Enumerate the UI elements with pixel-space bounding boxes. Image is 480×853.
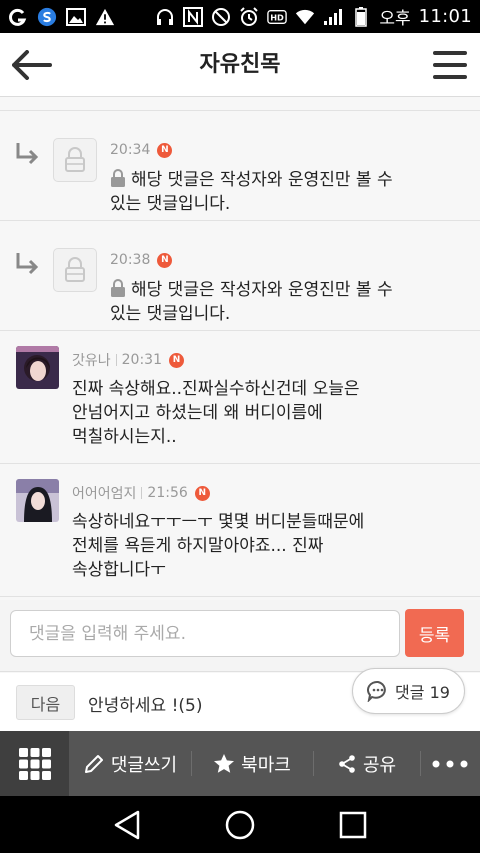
comment-meta: 20:38 N — [110, 252, 173, 268]
square-recents-icon — [340, 811, 367, 838]
comment-body: 진짜 속상해요..진짜실수하신건데 오늘은 안넘어지고 하셨는데 왜 버디이름에… — [72, 377, 360, 449]
comment-body: 속상하네요ㅜㅜㅡㅜ 몇몇 버디분들때문에 전체를 욕듣게 하지말아야죠... 진… — [72, 510, 364, 582]
new-badge: N — [169, 352, 184, 368]
comment-text-line: 안넘어지고 하셨는데 왜 버디이름에 — [72, 403, 323, 423]
nav-recents-button[interactable] — [335, 807, 371, 843]
bookmark-label: 북마크 — [241, 754, 291, 776]
star-icon — [214, 753, 235, 773]
bottom-toolbar: 댓글쓰기 북마크 공유 — [0, 731, 480, 796]
comment-text-line: 해당 댓글은 작성자와 운영진만 볼 수 — [131, 280, 393, 300]
status-time: 11:01 — [418, 6, 472, 27]
comment-text-line: 있는 댓글입니다. — [110, 194, 231, 214]
comment-author[interactable]: 어어어엄지 — [72, 483, 136, 503]
comment-text-line: 있는 댓글입니다. — [110, 304, 231, 324]
status-ampm: 오후 — [379, 9, 411, 29]
chat-bubble-icon — [367, 680, 386, 702]
reply-comment: 20:34 N 해당 댓글은 작성자와 운영진만 볼 수 있는 댓글입니다. — [0, 111, 480, 221]
comment-meta: 어어어엄지 21:56 N — [72, 483, 210, 503]
battery-icon — [351, 6, 371, 27]
circle-home-icon — [225, 810, 255, 839]
warning-icon — [95, 7, 115, 27]
next-post-badge[interactable]: 다음 — [16, 685, 75, 720]
avatar[interactable] — [16, 479, 59, 522]
g-app-icon — [8, 7, 28, 27]
lock-icon — [111, 169, 125, 187]
comment-input-area: 등록 — [0, 600, 480, 672]
reply-comment: 20:38 N 해당 댓글은 작성자와 운영진만 볼 수 있는 댓글입니다. — [0, 221, 480, 331]
share-button[interactable]: 공유 — [313, 731, 420, 796]
next-post-title[interactable]: 안녕하세요 !(5) — [88, 691, 203, 716]
headset-icon — [155, 7, 175, 27]
nav-home-button[interactable] — [222, 807, 258, 843]
comment-item: 어어어엄지 21:56 N 속상하네요ㅜㅜㅡㅜ 몇몇 버디분들때문에 전체를 욕… — [0, 464, 480, 597]
avatar[interactable] — [16, 346, 59, 389]
write-comment-label: 댓글쓰기 — [110, 754, 178, 776]
page-title: 자유친목 — [199, 52, 281, 77]
new-badge: N — [157, 252, 173, 268]
comment-text-line: 먹칠하시는지.. — [72, 427, 177, 447]
lock-avatar — [53, 248, 97, 292]
pencil-icon — [84, 754, 103, 773]
signal-icon — [323, 7, 343, 27]
comment-count-label: 댓글 19 — [395, 683, 450, 702]
image-icon — [66, 7, 86, 27]
new-badge: N — [157, 142, 173, 158]
share-label: 공유 — [362, 754, 397, 776]
comment-list[interactable]: 20:34 N 해당 댓글은 작성자와 운영진만 볼 수 있는 댓글입니다. 2… — [0, 98, 480, 600]
comment-body: 해당 댓글은 작성자와 운영진만 볼 수 있는 댓글입니다. — [110, 168, 393, 216]
alarm-icon — [239, 6, 259, 27]
comment-item: 갓유나 20:31 N 진짜 속상해요..진짜실수하신건데 오늘은 안넘어지고 … — [0, 331, 480, 464]
nfc-icon — [183, 6, 204, 27]
status-bar: HD 오후 11:01 — [0, 0, 480, 33]
comment-input[interactable] — [10, 610, 400, 657]
triangle-back-icon — [114, 810, 139, 839]
reply-arrow-icon — [16, 253, 39, 275]
grid-menu-button[interactable] — [0, 731, 69, 796]
do-not-disturb-icon — [211, 7, 231, 27]
comment-time: 20:31 — [121, 352, 162, 368]
app-header: 자유친목 — [0, 33, 480, 97]
system-nav-bar — [0, 796, 480, 853]
back-button[interactable] — [10, 46, 54, 84]
back-arrow-icon — [12, 50, 52, 80]
comment-time: 20:34 — [110, 142, 151, 158]
submit-comment-button[interactable]: 등록 — [405, 609, 464, 657]
nav-back-button[interactable] — [109, 807, 145, 843]
s-app-icon — [37, 7, 57, 27]
hd-icon: HD — [267, 7, 288, 27]
comment-text-line: 속상하네요ㅜㅜㅡㅜ 몇몇 버디분들때문에 — [72, 512, 365, 532]
svg-text:HD: HD — [271, 12, 285, 22]
new-badge: N — [194, 485, 210, 501]
comment-body: 해당 댓글은 작성자와 운영진만 볼 수 있는 댓글입니다. — [110, 278, 393, 326]
hamburger-menu-icon[interactable] — [430, 47, 470, 83]
comment-text-line: 속상합니다ㅜ — [72, 560, 166, 580]
write-comment-button[interactable]: 댓글쓰기 — [69, 731, 191, 796]
comment-text-line: 해당 댓글은 작성자와 운영진만 볼 수 — [131, 170, 393, 190]
comment-count-button[interactable]: 댓글 19 — [352, 668, 465, 714]
more-dots-icon — [432, 760, 468, 767]
comment-text-line: 진짜 속상해요..진짜실수하신건데 오늘은 — [72, 379, 360, 399]
lock-icon — [111, 279, 125, 297]
lock-icon — [65, 257, 85, 282]
bookmark-button[interactable]: 북마크 — [191, 731, 313, 796]
comment-author[interactable]: 갓유나 — [72, 350, 111, 370]
wifi-icon — [295, 7, 315, 27]
comment-time: 21:56 — [147, 485, 188, 501]
lock-icon — [65, 147, 85, 172]
comment-meta: 20:34 N — [110, 142, 173, 158]
comment-meta: 갓유나 20:31 N — [72, 350, 184, 370]
share-icon — [339, 754, 355, 773]
reply-arrow-icon — [16, 143, 39, 165]
grid-icon — [18, 747, 51, 780]
more-button[interactable] — [420, 731, 480, 796]
lock-avatar — [53, 138, 97, 182]
comment-text-line: 전체를 욕듣게 하지말아야죠... 진짜 — [72, 536, 324, 556]
comment-time: 20:38 — [110, 252, 151, 268]
